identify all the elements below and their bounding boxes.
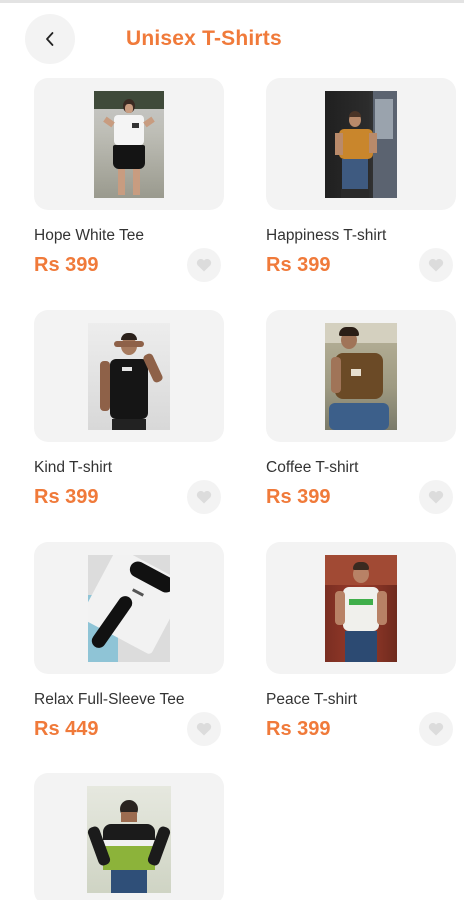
product-image[interactable] bbox=[34, 773, 224, 900]
product-name[interactable]: Peace T-shirt bbox=[266, 691, 357, 709]
product-price: Rs 399 bbox=[266, 254, 331, 276]
product-image[interactable] bbox=[34, 542, 224, 674]
model-mustard-tee-photo bbox=[325, 90, 397, 198]
product-name[interactable]: Coffee T-shirt bbox=[266, 459, 358, 477]
heart-icon bbox=[196, 490, 212, 504]
product-name[interactable]: Relax Full-Sleeve Tee bbox=[34, 691, 184, 709]
favorite-button[interactable] bbox=[187, 712, 221, 746]
model-brown-tee-photo bbox=[325, 322, 397, 430]
product-image[interactable] bbox=[266, 78, 456, 210]
favorite-button[interactable] bbox=[419, 248, 453, 282]
product-price: Rs 399 bbox=[34, 486, 99, 508]
heart-icon bbox=[196, 722, 212, 736]
model-white-tee-photo bbox=[94, 90, 164, 198]
product-price: Rs 399 bbox=[266, 718, 331, 740]
heart-icon bbox=[196, 258, 212, 272]
product-price: Rs 399 bbox=[266, 486, 331, 508]
heart-icon bbox=[428, 490, 444, 504]
full-sleeve-tee-photo bbox=[88, 554, 170, 662]
product-grid: Hope White Tee Rs 399 Happiness T-shirt … bbox=[0, 0, 464, 900]
product-name[interactable]: Happiness T-shirt bbox=[266, 227, 386, 245]
favorite-button[interactable] bbox=[419, 712, 453, 746]
favorite-button[interactable] bbox=[187, 248, 221, 282]
product-image[interactable] bbox=[34, 78, 224, 210]
model-black-tee-photo bbox=[88, 322, 170, 430]
product-price: Rs 449 bbox=[34, 718, 99, 740]
product-name[interactable]: Kind T-shirt bbox=[34, 459, 112, 477]
heart-icon bbox=[428, 258, 444, 272]
product-price: Rs 399 bbox=[34, 254, 99, 276]
product-image[interactable] bbox=[34, 310, 224, 442]
product-image[interactable] bbox=[266, 542, 456, 674]
favorite-button[interactable] bbox=[187, 480, 221, 514]
favorite-button[interactable] bbox=[419, 480, 453, 514]
model-peace-tee-photo bbox=[325, 554, 397, 662]
product-image[interactable] bbox=[266, 310, 456, 442]
product-name[interactable]: Hope White Tee bbox=[34, 227, 144, 245]
heart-icon bbox=[428, 722, 444, 736]
product-card[interactable] bbox=[34, 773, 224, 900]
model-green-striped-tee-photo bbox=[87, 785, 171, 893]
